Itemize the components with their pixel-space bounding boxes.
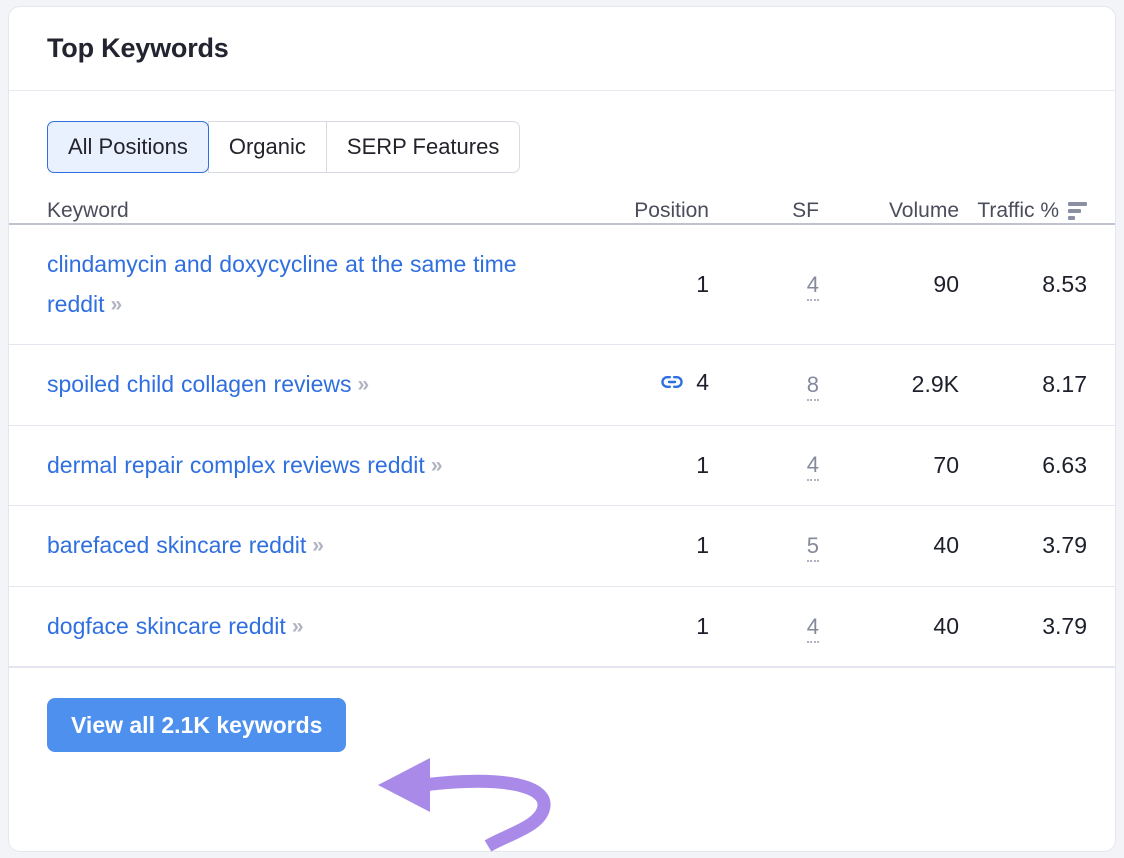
double-chevron-right-icon[interactable]: » [431,454,443,478]
table-row: dermal repair complex reviews reddit» 1 … [9,425,1115,506]
traffic-cell: 8.17 [1042,371,1087,398]
keyword-link[interactable]: barefaced skincare reddit [47,532,306,558]
position-value: 4 [696,368,709,395]
sf-value[interactable]: 4 [806,271,819,301]
sf-value[interactable]: 4 [806,452,819,482]
volume-cell: 2.9K [911,371,959,398]
double-chevron-right-icon[interactable]: » [111,293,123,317]
position-value: 1 [696,532,709,559]
page-title: Top Keywords [47,33,229,63]
view-all-keywords-button[interactable]: View all 2.1K keywords [47,698,347,753]
sf-cell: 4 [709,224,819,345]
column-header-traffic[interactable]: Traffic % [959,199,1115,224]
column-header-sf-label: SF [792,199,819,222]
tab-serp-features-label: SERP Features [346,134,500,159]
position-value-wrap: 1 [696,452,709,479]
keyword-link[interactable]: spoiled child collagen reviews [47,371,352,397]
column-header-volume[interactable]: Volume [819,199,959,224]
sf-value[interactable]: 8 [806,371,819,401]
column-header-position[interactable]: Position [559,199,709,224]
position-cell: 1 [559,586,709,667]
table-row: dogface skincare reddit» 1 4 40 3.79 [9,586,1115,667]
sf-cell: 4 [709,586,819,667]
table-body: clindamycin and doxycycline at the same … [9,224,1115,667]
volume-cell: 70 [933,451,959,478]
volume-cell: 40 [933,613,959,639]
keyword-cell: barefaced skincare reddit» [9,506,559,587]
screenshot-root: Top Keywords All Positions Organic SERP … [0,0,1124,858]
position-value-wrap: 1 [696,532,709,559]
tab-group: All Positions Organic SERP Features [47,121,521,173]
position-value-wrap: 1 [696,271,709,298]
double-chevron-right-icon[interactable]: » [358,373,370,397]
keyword-cell: clindamycin and doxycycline at the same … [9,224,559,345]
traffic-header-inner: Traffic % [977,199,1087,223]
tabs-container: All Positions Organic SERP Features [9,91,1115,173]
column-header-keyword-label: Keyword [47,199,129,222]
column-header-position-label: Position [634,199,709,222]
position-value: 1 [696,613,709,639]
sf-cell: 4 [709,425,819,506]
traffic-cell: 3.79 [1042,532,1087,559]
position-cell: 1 [559,425,709,506]
keyword-cell: dermal repair complex reviews reddit» [9,425,559,506]
table-row: spoiled child collagen reviews» 4 8 2.9K… [9,345,1115,426]
position-cell: 1 [559,506,709,587]
table-row: barefaced skincare reddit» 1 5 40 3.79 [9,506,1115,587]
position-value-wrap: 4 [659,369,709,396]
sf-value[interactable]: 5 [806,532,819,562]
double-chevron-right-icon[interactable]: » [312,534,324,558]
table-head: Keyword Position SF Volume Traffic % [9,199,1115,224]
position-cell: 1 [559,224,709,345]
tab-serp-features[interactable]: SERP Features [325,121,521,173]
tab-all-positions-label: All Positions [68,134,188,159]
tab-all-positions[interactable]: All Positions [47,121,209,173]
table-row: clindamycin and doxycycline at the same … [9,224,1115,345]
keywords-table: Keyword Position SF Volume Traffic % cli… [9,199,1115,667]
sf-value[interactable]: 4 [806,613,819,643]
keyword-link[interactable]: dermal repair complex reviews reddit [47,452,425,478]
volume-cell: 40 [933,532,959,559]
column-header-volume-label: Volume [888,199,959,222]
keyword-cell: dogface skincare reddit» [9,586,559,667]
keyword-link[interactable]: dogface skincare reddit [47,613,286,639]
column-header-sf[interactable]: SF [709,199,819,224]
sort-descending-icon[interactable] [1068,202,1087,220]
sf-cell: 8 [709,345,819,426]
double-chevron-right-icon[interactable]: » [292,615,304,639]
card-header: Top Keywords [9,7,1115,91]
link-icon[interactable] [659,369,685,395]
column-header-traffic-label: Traffic % [977,199,1059,222]
sf-cell: 5 [709,506,819,587]
table-header-row: Keyword Position SF Volume Traffic % [9,199,1115,224]
position-value: 1 [696,451,709,478]
tab-organic-label: Organic [228,134,306,159]
traffic-cell: 8.53 [1042,271,1087,298]
column-header-keyword[interactable]: Keyword [9,199,559,224]
tab-organic[interactable]: Organic [207,121,326,173]
keyword-cell: spoiled child collagen reviews» [9,345,559,426]
top-keywords-card: Top Keywords All Positions Organic SERP … [8,6,1116,852]
position-value: 1 [696,271,709,298]
position-cell: 4 [559,345,709,426]
card-footer: View all 2.1K keywords [9,667,1115,753]
volume-cell: 90 [933,271,959,298]
traffic-cell: 6.63 [1042,451,1087,478]
position-value-wrap: 1 [696,613,709,640]
traffic-cell: 3.79 [1042,613,1087,639]
